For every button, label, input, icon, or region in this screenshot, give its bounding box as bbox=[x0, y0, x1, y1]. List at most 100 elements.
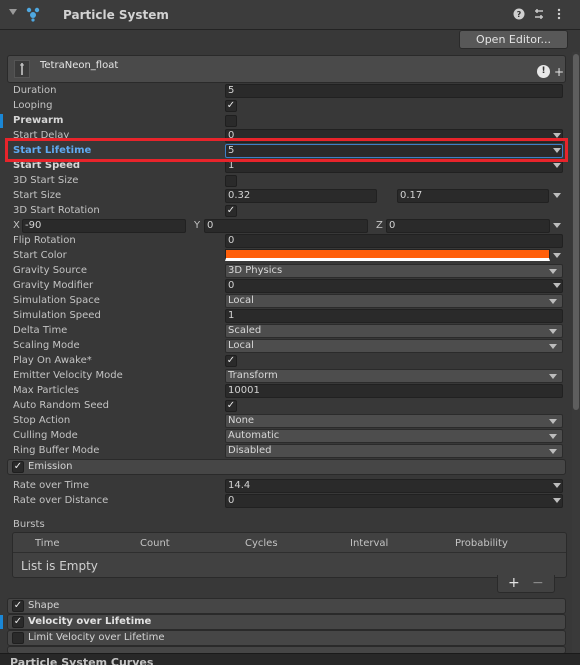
chevron-down-icon[interactable] bbox=[553, 163, 561, 168]
auto-random-seed-checkbox[interactable]: ✓ bbox=[225, 400, 237, 412]
3d-start-size-label: 3D Start Size bbox=[13, 175, 79, 186]
component-header: Particle System ? bbox=[0, 0, 580, 30]
row-prewarm: Prewarm bbox=[0, 114, 580, 129]
z-label: Z bbox=[376, 220, 383, 231]
warning-icon[interactable]: ! bbox=[537, 65, 550, 78]
gravity-source-dropdown[interactable]: 3D Physics bbox=[225, 264, 563, 278]
delta-time-dropdown[interactable]: Scaled bbox=[225, 324, 563, 338]
module-name: TetraNeon_float bbox=[40, 60, 119, 71]
vertical-scrollbar[interactable] bbox=[572, 52, 580, 662]
row-start-color: Start Color bbox=[0, 249, 580, 264]
section-velocity-over-lifetime[interactable]: ✓ Velocity over Lifetime bbox=[7, 614, 566, 630]
limit-velocity-over-lifetime-checkbox[interactable] bbox=[12, 632, 24, 644]
section-emission[interactable]: ✓ Emission bbox=[7, 459, 566, 475]
start-color-swatch[interactable] bbox=[225, 249, 550, 261]
emission-checkbox[interactable]: ✓ bbox=[12, 461, 24, 473]
chevron-down-icon[interactable] bbox=[553, 223, 561, 228]
row-stop-action: Stop Action None bbox=[0, 414, 580, 429]
stop-action-dropdown[interactable]: None bbox=[225, 414, 563, 428]
duration-field[interactable]: 5 bbox=[225, 84, 563, 98]
shape-title: Shape bbox=[28, 600, 60, 611]
z-field[interactable]: 0 bbox=[386, 219, 550, 233]
chevron-down-icon[interactable] bbox=[553, 193, 561, 198]
row-rate-over-distance: Rate over Distance 0 bbox=[0, 494, 580, 509]
scaling-mode-dropdown[interactable]: Local bbox=[225, 339, 563, 353]
column-cycles: Cycles bbox=[245, 538, 278, 549]
gravity-modifier-field[interactable]: 0 bbox=[225, 279, 563, 293]
row-duration: Duration 5 bbox=[0, 84, 580, 99]
simulation-space-label: Simulation Space bbox=[13, 295, 100, 306]
ring-buffer-mode-dropdown[interactable]: Disabled bbox=[225, 444, 563, 458]
y-field[interactable]: 0 bbox=[204, 219, 368, 233]
rate-over-time-field[interactable]: 14.4 bbox=[225, 479, 563, 493]
list-empty-text: List is Empty bbox=[21, 559, 98, 573]
column-count: Count bbox=[140, 538, 170, 549]
chevron-down-icon[interactable] bbox=[553, 498, 561, 503]
limit-velocity-over-lifetime-title: Limit Velocity over Lifetime bbox=[28, 632, 165, 643]
section-limit-velocity-over-lifetime[interactable]: Limit Velocity over Lifetime bbox=[7, 630, 566, 646]
start-color-label: Start Color bbox=[13, 250, 67, 261]
looping-checkbox[interactable]: ✓ bbox=[225, 100, 237, 112]
row-3d-start-rotation: 3D Start Rotation ✓ bbox=[0, 204, 580, 219]
play-on-awake-checkbox[interactable]: ✓ bbox=[225, 355, 237, 367]
y-label: Y bbox=[194, 220, 201, 231]
section-shape[interactable]: ✓ Shape bbox=[7, 598, 566, 614]
presets-icon[interactable] bbox=[532, 8, 546, 22]
max-particles-field[interactable]: 10001 bbox=[225, 384, 563, 398]
row-rotation-xyz: X -90 Y 0 Z 0 bbox=[0, 219, 580, 234]
chevron-down-icon bbox=[549, 434, 557, 439]
culling-mode-dropdown[interactable]: Automatic bbox=[225, 429, 563, 443]
chevron-down-icon bbox=[549, 374, 557, 379]
main-module-header[interactable]: TetraNeon_float ! + bbox=[7, 55, 566, 83]
row-rate-over-time: Rate over Time 14.4 bbox=[0, 479, 580, 494]
play-on-awake-label: Play On Awake* bbox=[13, 355, 92, 366]
scrollbar-thumb[interactable] bbox=[573, 54, 579, 410]
row-ring-buffer-mode: Ring Buffer Mode Disabled bbox=[0, 444, 580, 459]
prewarm-checkbox[interactable] bbox=[225, 115, 237, 127]
add-icon[interactable]: + bbox=[554, 66, 564, 78]
looping-label: Looping bbox=[13, 100, 53, 111]
curves-panel-header[interactable]: Particle System Curves bbox=[0, 653, 580, 665]
stop-action-value: None bbox=[228, 415, 255, 426]
velocity-over-lifetime-checkbox[interactable]: ✓ bbox=[12, 616, 24, 628]
row-play-on-awake: Play On Awake* ✓ bbox=[0, 354, 580, 369]
3d-start-rotation-checkbox[interactable]: ✓ bbox=[225, 205, 237, 217]
fold-arrow-icon[interactable] bbox=[9, 9, 17, 15]
bursts-header: Time Count Cycles Interval Probability bbox=[13, 533, 566, 553]
scaling-mode-label: Scaling Mode bbox=[13, 340, 80, 351]
column-interval: Interval bbox=[350, 538, 389, 549]
help-icon[interactable]: ? bbox=[512, 8, 526, 22]
row-flip-rotation: Flip Rotation 0 bbox=[0, 234, 580, 249]
delta-time-label: Delta Time bbox=[13, 325, 68, 336]
simulation-space-value: Local bbox=[228, 295, 254, 306]
simulation-space-dropdown[interactable]: Local bbox=[225, 294, 563, 308]
3d-start-size-checkbox[interactable] bbox=[225, 175, 237, 187]
emitter-velocity-mode-dropdown[interactable]: Transform bbox=[225, 369, 563, 383]
chevron-down-icon bbox=[549, 419, 557, 424]
gravity-source-value: 3D Physics bbox=[228, 265, 283, 276]
remove-burst-button[interactable]: − bbox=[532, 575, 544, 591]
x-label: X bbox=[13, 220, 20, 231]
emission-title: Emission bbox=[28, 461, 73, 472]
start-size-max-field[interactable]: 0.17 bbox=[397, 189, 549, 203]
chevron-down-icon[interactable] bbox=[553, 253, 561, 258]
x-field[interactable]: -90 bbox=[22, 219, 186, 233]
shape-checkbox[interactable]: ✓ bbox=[12, 600, 24, 612]
rate-over-distance-field[interactable]: 0 bbox=[225, 494, 563, 508]
kebab-menu-icon[interactable] bbox=[552, 8, 566, 22]
flip-rotation-field[interactable]: 0 bbox=[225, 234, 563, 248]
rate-over-distance-label: Rate over Distance bbox=[13, 495, 109, 506]
simulation-speed-field[interactable]: 1 bbox=[225, 309, 563, 323]
column-time: Time bbox=[35, 538, 60, 549]
row-3d-start-size: 3D Start Size bbox=[0, 174, 580, 189]
row-culling-mode: Culling Mode Automatic bbox=[0, 429, 580, 444]
row-delta-time: Delta Time Scaled bbox=[0, 324, 580, 339]
3d-start-rotation-label: 3D Start Rotation bbox=[13, 205, 100, 216]
chevron-down-icon[interactable] bbox=[553, 283, 561, 288]
open-editor-button[interactable]: Open Editor... bbox=[459, 30, 568, 49]
add-burst-button[interactable]: + bbox=[508, 575, 520, 591]
module-icon bbox=[14, 60, 30, 78]
start-size-min-field[interactable]: 0.32 bbox=[225, 189, 377, 203]
chevron-down-icon[interactable] bbox=[553, 483, 561, 488]
override-mark bbox=[0, 615, 3, 629]
